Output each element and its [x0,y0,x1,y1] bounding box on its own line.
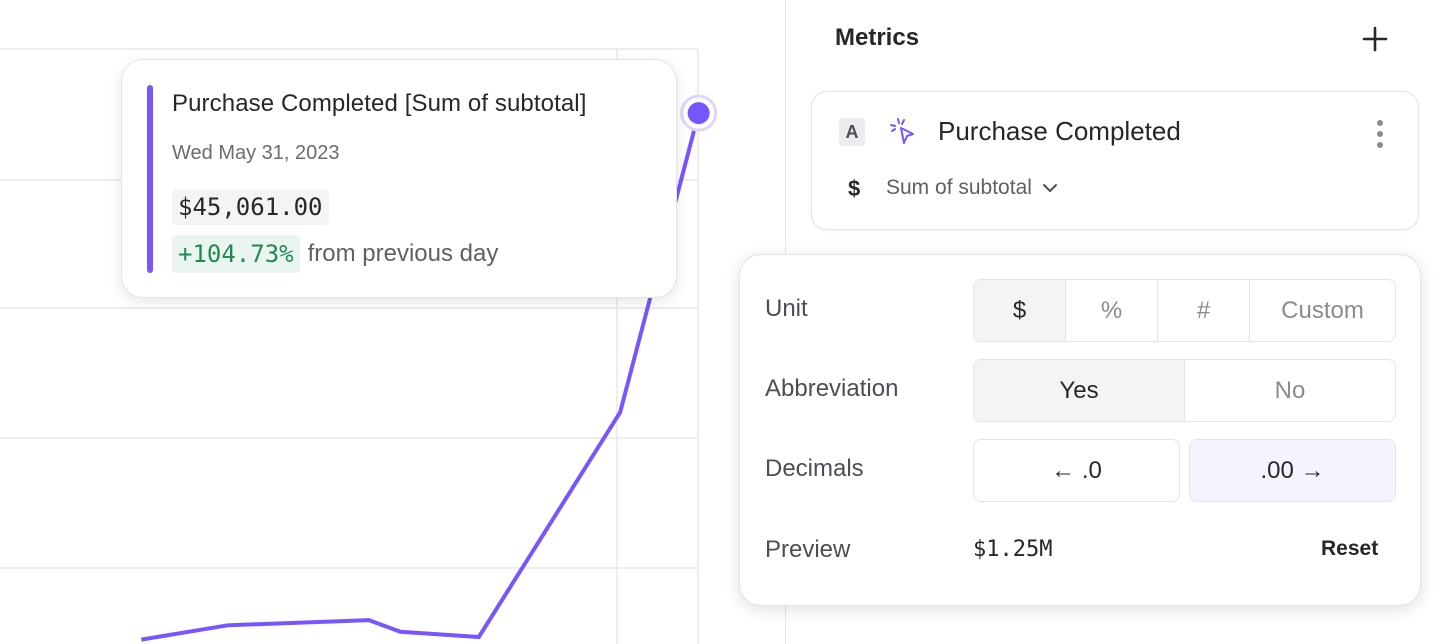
metric-name[interactable]: Purchase Completed [938,116,1181,147]
metrics-heading: Metrics [835,24,920,51]
chart-tooltip: Purchase Completed [Sum of subtotal] Wed… [121,59,677,298]
metric-letter-badge: A [839,118,865,146]
plus-icon [1362,26,1388,52]
number-format-popover: Unit $ % # Custom Abbreviation Yes No De… [739,254,1421,606]
abbreviation-label: Abbreviation [765,375,899,402]
unit-option-percent[interactable]: % [1066,280,1158,341]
unit-option-number[interactable]: # [1158,280,1250,341]
aggregation-dropdown[interactable]: Sum of subtotal [886,176,1058,200]
decrease-decimals-button[interactable]: ← .0 [973,439,1180,502]
highlighted-data-point[interactable] [687,102,710,125]
metric-unit-symbol: $ [848,176,861,201]
metric-card[interactable]: A Purchase Completed $ Sum of subtotal [811,91,1419,230]
tooltip-change-badge: +104.73% [172,235,300,273]
preview-label: Preview [765,536,851,563]
unit-option-dollar[interactable]: $ [974,280,1066,341]
abbreviation-segmented-control: Yes No [973,359,1396,422]
increase-decimals-button[interactable]: .00 → [1189,439,1396,502]
kebab-menu-icon[interactable] [1370,118,1390,150]
reset-button[interactable]: Reset [1321,537,1378,561]
tooltip-date: Wed May 31, 2023 [172,142,340,164]
unit-segmented-control: $ % # Custom [973,279,1396,342]
tooltip-change-suffix: from previous day [307,240,499,267]
add-metric-button[interactable] [1358,22,1392,56]
unit-label: Unit [765,295,808,322]
cursor-click-icon [890,118,914,144]
unit-option-custom[interactable]: Custom [1250,280,1395,341]
tooltip-value: $45,061.00 [172,189,329,225]
abbreviation-option-yes[interactable]: Yes [974,360,1185,421]
preview-value: $1.25M [973,537,1053,562]
tooltip-change-row: +104.73% from previous day [172,235,498,273]
tooltip-title: Purchase Completed [Sum of subtotal] [172,90,587,117]
abbreviation-option-no[interactable]: No [1185,360,1395,421]
series-color-bar [147,85,153,273]
aggregation-label: Sum of subtotal [886,176,1032,199]
decimals-label: Decimals [765,455,864,482]
chevron-down-icon [1042,184,1057,192]
